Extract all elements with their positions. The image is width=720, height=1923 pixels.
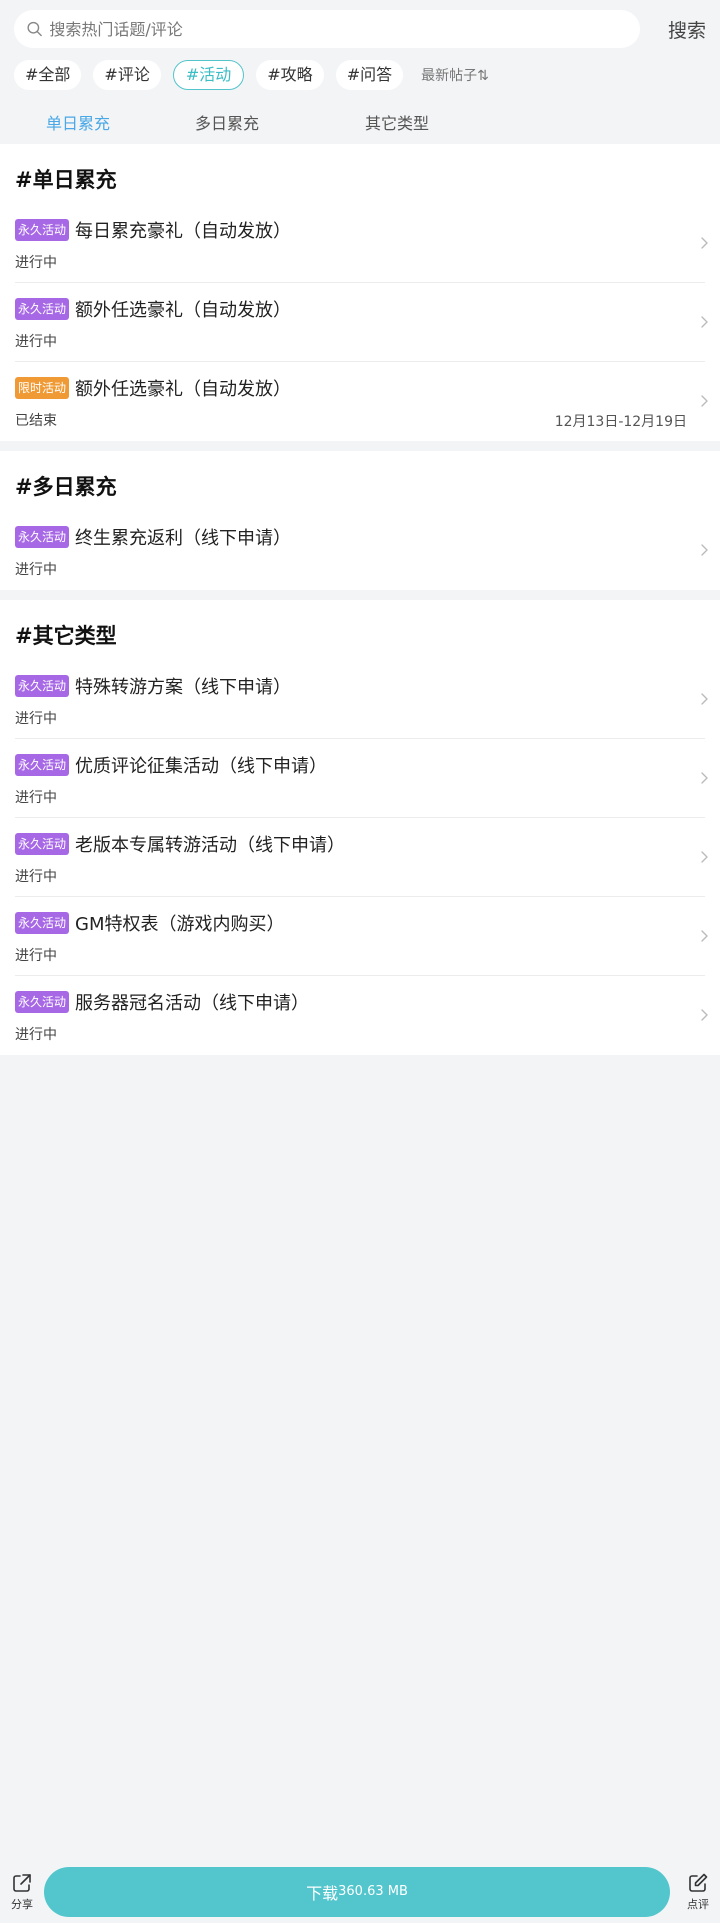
chevron-right-icon bbox=[701, 1009, 708, 1021]
search-icon bbox=[27, 21, 42, 37]
event-section: #单日累充 永久活动 每日累充豪礼（自动发放） 进行中 永久活动 额外任选豪礼（自动发放）… bbox=[0, 144, 720, 441]
tab-other[interactable]: 其它类型 bbox=[312, 110, 482, 134]
event-item-header: 限时活动 额外任选豪礼（自动发放） bbox=[15, 374, 705, 402]
section-title: #其它类型 bbox=[15, 624, 117, 648]
event-type-badge: 永久活动 bbox=[15, 219, 70, 241]
event-item-header: 永久活动 每日累充豪礼（自动发放） bbox=[15, 216, 705, 244]
event-type-badge: 永久活动 bbox=[15, 991, 70, 1013]
section-title: #多日累充 bbox=[15, 475, 117, 499]
chevron-right-icon bbox=[701, 316, 708, 328]
event-status: 进行中 bbox=[15, 948, 57, 964]
event-item-header: 永久活动 优质评论征集活动（线下申请） bbox=[15, 751, 705, 779]
event-title: GM特权表（游戏内购买） bbox=[75, 914, 285, 935]
category-tabs: 单日累充 多日累充 其它类型 bbox=[14, 100, 706, 144]
event-item-header: 永久活动 额外任选豪礼（自动发放） bbox=[15, 295, 705, 323]
download-button[interactable]: 下载 360.63 MB bbox=[44, 1866, 670, 1917]
tab-single-day[interactable]: 单日累充 bbox=[14, 110, 142, 134]
download-label: 下载 bbox=[306, 1883, 339, 1903]
share-label: 分享 bbox=[11, 1897, 33, 1911]
event-type-badge: 永久活动 bbox=[15, 833, 70, 855]
event-status: 进行中 bbox=[15, 255, 57, 271]
tab-multi-day[interactable]: 多日累充 bbox=[142, 110, 312, 134]
chevron-right-icon bbox=[701, 772, 708, 784]
search-button[interactable]: 搜索 bbox=[648, 16, 706, 43]
top-bar: 搜索 #全部 #评论 #活动 #攻略 #问答 最新帖子⇅ 单日累充 多日累充 其… bbox=[0, 0, 720, 144]
filter-chip-comments[interactable]: #评论 bbox=[93, 60, 161, 90]
event-list-item[interactable]: 永久活动 终生累充返利（线下申请） 进行中 bbox=[15, 511, 708, 590]
filter-chip-all[interactable]: #全部 bbox=[14, 60, 82, 90]
event-status: 进行中 bbox=[15, 869, 57, 885]
event-item-header: 永久活动 GM特权表（游戏内购买） bbox=[15, 909, 705, 937]
bottom-bar: 分享 下载 360.63 MB 点评 bbox=[0, 1860, 720, 1923]
event-item-header: 永久活动 老版本专属转游活动（线下申请） bbox=[15, 830, 705, 858]
event-type-badge: 永久活动 bbox=[15, 912, 70, 934]
event-type-badge: 永久活动 bbox=[15, 526, 70, 548]
event-title: 优质评论征集活动（线下申请） bbox=[75, 756, 328, 777]
event-title: 老版本专属转游活动（线下申请） bbox=[75, 835, 346, 856]
event-item-header: 永久活动 服务器冠名活动（线下申请） bbox=[15, 988, 705, 1016]
event-title: 每日累充豪礼（自动发放） bbox=[75, 221, 292, 242]
event-section: #其它类型 永久活动 特殊转游方案（线下申请） 进行中 永久活动 优质评论征集活动（线下申… bbox=[0, 600, 720, 1055]
event-section: #多日累充永久活动 终生累充返利（线下申请） 进行中 bbox=[0, 451, 720, 590]
chevron-right-icon bbox=[701, 395, 708, 407]
event-title: 额外任选豪礼（自动发放） bbox=[75, 300, 292, 321]
event-list-item[interactable]: 永久活动 GM特权表（游戏内购买） 进行中 bbox=[15, 897, 708, 976]
event-type-badge: 永久活动 bbox=[15, 754, 70, 776]
search-row: 搜索 bbox=[14, 10, 706, 48]
share-button[interactable]: 分享 bbox=[0, 1872, 44, 1912]
filter-chip-guides[interactable]: #攻略 bbox=[256, 60, 324, 90]
sort-toggle[interactable]: 最新帖子⇅ bbox=[421, 65, 489, 85]
event-date-range: 12月13日-12月19日 bbox=[554, 414, 687, 430]
event-item-header: 永久活动 终生累充返利（线下申请） bbox=[15, 523, 705, 551]
chevron-right-icon bbox=[701, 544, 708, 556]
edit-icon bbox=[689, 1873, 708, 1892]
event-status: 进行中 bbox=[15, 790, 57, 806]
review-button[interactable]: 点评 bbox=[676, 1872, 720, 1912]
chevron-right-icon bbox=[701, 851, 708, 863]
search-box[interactable] bbox=[14, 10, 640, 48]
event-list-item[interactable]: 永久活动 每日累充豪礼（自动发放） 进行中 bbox=[15, 204, 708, 283]
filter-chip-events[interactable]: #活动 bbox=[172, 60, 245, 90]
chevron-right-icon bbox=[701, 930, 708, 942]
event-item-header: 永久活动 特殊转游方案（线下申请） bbox=[15, 672, 705, 700]
event-sections: #单日累充 永久活动 每日累充豪礼（自动发放） 进行中 永久活动 额外任选豪礼（自动发放）… bbox=[0, 144, 720, 1055]
filter-chip-qa[interactable]: #问答 bbox=[335, 60, 404, 90]
event-status: 进行中 bbox=[15, 711, 57, 727]
share-icon bbox=[13, 1873, 31, 1892]
event-list-item[interactable]: 限时活动 额外任选豪礼（自动发放） 已结束 12月13日-12月19日 bbox=[15, 362, 708, 441]
event-title: 额外任选豪礼（自动发放） bbox=[75, 379, 292, 400]
event-title: 服务器冠名活动（线下申请） bbox=[75, 993, 310, 1014]
event-status: 进行中 bbox=[15, 334, 57, 350]
event-type-badge: 永久活动 bbox=[15, 675, 70, 697]
chevron-right-icon bbox=[701, 237, 708, 249]
search-input[interactable] bbox=[49, 19, 640, 39]
event-type-badge: 限时活动 bbox=[15, 377, 70, 399]
section-title: #单日累充 bbox=[15, 168, 117, 192]
event-type-badge: 永久活动 bbox=[15, 298, 70, 320]
event-list-item[interactable]: 永久活动 服务器冠名活动（线下申请） 进行中 bbox=[15, 976, 708, 1055]
event-list-item[interactable]: 永久活动 老版本专属转游活动（线下申请） 进行中 bbox=[15, 818, 708, 897]
event-title: 特殊转游方案（线下申请） bbox=[75, 677, 292, 698]
review-label: 点评 bbox=[687, 1897, 709, 1911]
event-list-item[interactable]: 永久活动 额外任选豪礼（自动发放） 进行中 bbox=[15, 283, 708, 362]
event-status: 进行中 bbox=[15, 562, 57, 578]
event-title: 终生累充返利（线下申请） bbox=[75, 528, 292, 549]
filter-chips: #全部 #评论 #活动 #攻略 #问答 最新帖子⇅ bbox=[14, 59, 706, 91]
chevron-right-icon bbox=[701, 693, 708, 705]
event-status: 进行中 bbox=[15, 1027, 57, 1043]
download-size: 360.63 MB bbox=[338, 1884, 408, 1899]
event-list-item[interactable]: 永久活动 特殊转游方案（线下申请） 进行中 bbox=[15, 660, 708, 739]
event-list-item[interactable]: 永久活动 优质评论征集活动（线下申请） 进行中 bbox=[15, 739, 708, 818]
